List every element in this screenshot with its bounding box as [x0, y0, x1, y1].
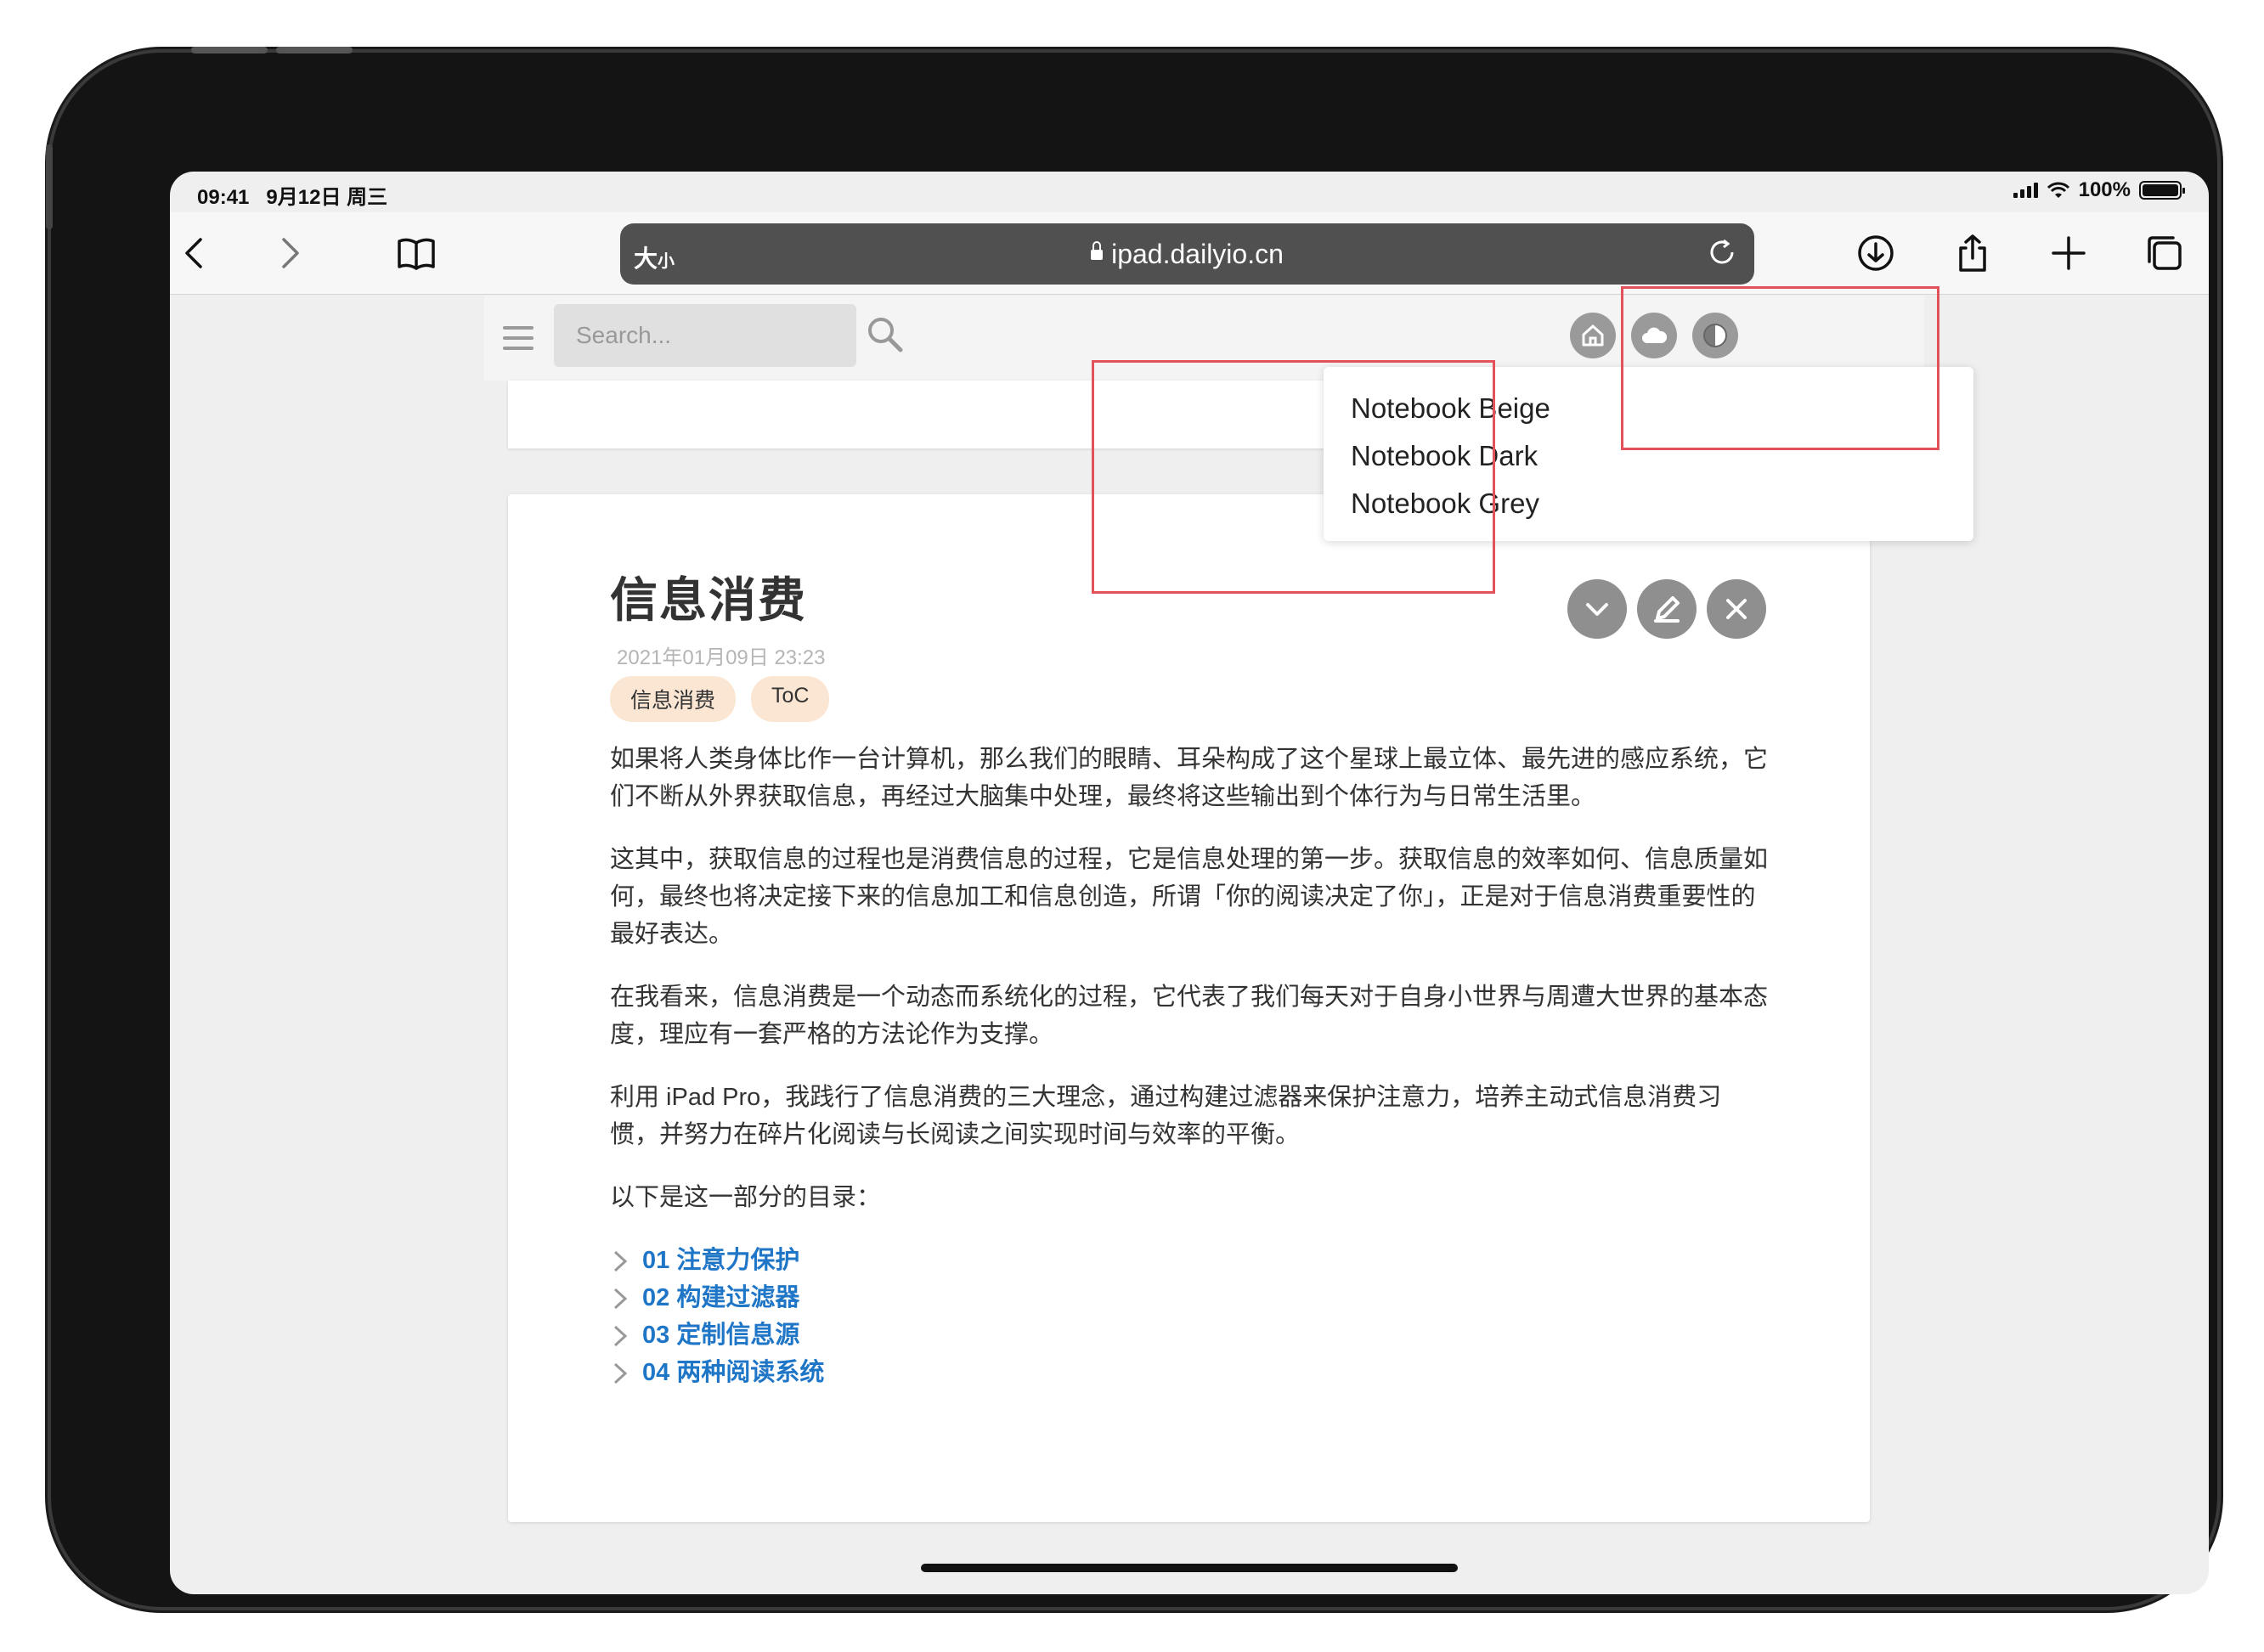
paragraph: 利用 iPad Pro，我践行了信息消费的三大理念，通过构建过滤器来保护注意力，…: [610, 1084, 1722, 1148]
home-icon[interactable]: [1570, 313, 1616, 358]
battery-icon: [2139, 181, 2185, 200]
plus-icon[interactable]: [2043, 228, 2094, 279]
toc-link[interactable]: 01 注意力保护: [642, 1242, 799, 1279]
toc-link[interactable]: 02 构建过滤器: [642, 1279, 799, 1317]
status-time: 09:41 9月12日 周三: [197, 180, 387, 210]
browser-toolbar: 大小 ipad.dailyio.cn: [170, 212, 2209, 295]
share-icon[interactable]: [1947, 228, 1998, 279]
pencil-icon[interactable]: [1637, 579, 1697, 639]
url-text: ipad.dailyio.cn: [1111, 239, 1284, 269]
battery-percent: 100%: [2078, 178, 2131, 201]
reload-icon[interactable]: [1705, 235, 1742, 273]
toc-item[interactable]: 04 两种阅读系统: [610, 1354, 1770, 1391]
device-inner: 09:41 9月12日 周三 100% 大小 ipad.dailyio.cn S…: [51, 53, 2217, 1607]
hamburger-icon[interactable]: [503, 326, 534, 350]
lock-icon: [1091, 240, 1104, 260]
article-card: 信息消费 2021年01月09日 23:23 信息消费 ToC 如果将人类身体比…: [508, 494, 1870, 1522]
tabs-icon[interactable]: [2139, 228, 2190, 279]
url-display[interactable]: ipad.dailyio.cn: [620, 239, 1754, 270]
chevron-left-icon[interactable]: [170, 228, 221, 279]
search-input[interactable]: [554, 304, 856, 367]
clock: 09:41: [197, 186, 250, 209]
toc-link[interactable]: 03 定制信息源: [642, 1317, 799, 1354]
chevron-right-icon: [610, 1360, 630, 1385]
article-body: 如果将人类身体比作一台计算机，那么我们的眼睛、耳朵构成了这个星球上最立体、最先进…: [610, 741, 1770, 1391]
chevron-down-icon[interactable]: [1567, 579, 1627, 639]
search-icon[interactable]: [865, 314, 904, 353]
toc-list: 01 注意力保护 02 构建过滤器 03 定制信息源 04 两种阅读系统: [610, 1242, 1770, 1391]
toc-item[interactable]: 03 定制信息源: [610, 1317, 1770, 1354]
status-bar: 09:41 9月12日 周三 100%: [170, 172, 2209, 212]
signal-icon: [2013, 183, 2038, 198]
address-bar[interactable]: 大小 ipad.dailyio.cn: [620, 223, 1754, 285]
article-date: 2021年01月09日 23:23: [617, 646, 826, 669]
close-icon[interactable]: [1707, 579, 1766, 639]
screen: 09:41 9月12日 周三 100% 大小 ipad.dailyio.cn S…: [170, 172, 2209, 1594]
book-icon[interactable]: [391, 228, 442, 279]
article-controls: [1567, 579, 1766, 639]
paragraph: 以下是这一部分的目录：: [610, 1184, 882, 1211]
article-title: 信息消费: [610, 573, 807, 627]
paragraph: 这其中，获取信息的过程也是消费信息的过程，它是信息处理的第一步。获取信息的效率如…: [610, 846, 1769, 948]
home-indicator: [921, 1564, 1458, 1572]
toc-item[interactable]: 01 注意力保护: [610, 1242, 1770, 1279]
highlight-box-icons: [1621, 286, 1939, 450]
tag[interactable]: 信息消费: [610, 676, 737, 722]
tag[interactable]: ToC: [751, 676, 830, 722]
toc-link[interactable]: 04 两种阅读系统: [642, 1354, 824, 1391]
chevron-right-icon: [610, 1285, 630, 1311]
download-icon[interactable]: [1850, 228, 1901, 279]
paragraph: 如果将人类身体比作一台计算机，那么我们的眼睛、耳朵构成了这个星球上最立体、最先进…: [610, 746, 1769, 810]
tag-list: 信息消费 ToC: [610, 676, 830, 722]
toc-item[interactable]: 02 构建过滤器: [610, 1279, 1770, 1317]
status-right: 100%: [2013, 178, 2185, 202]
chevron-right-icon: [610, 1248, 630, 1273]
chevron-right-icon: [610, 1322, 630, 1348]
chevron-right-icon[interactable]: [263, 228, 314, 279]
paragraph: 在我看来，信息消费是一个动态而系统化的过程，它代表了我们每天对于自身小世界与周遭…: [610, 984, 1769, 1048]
highlight-box-menu: [1092, 360, 1495, 594]
date: 9月12日 周三: [266, 186, 388, 209]
wifi-icon: [2047, 182, 2069, 198]
